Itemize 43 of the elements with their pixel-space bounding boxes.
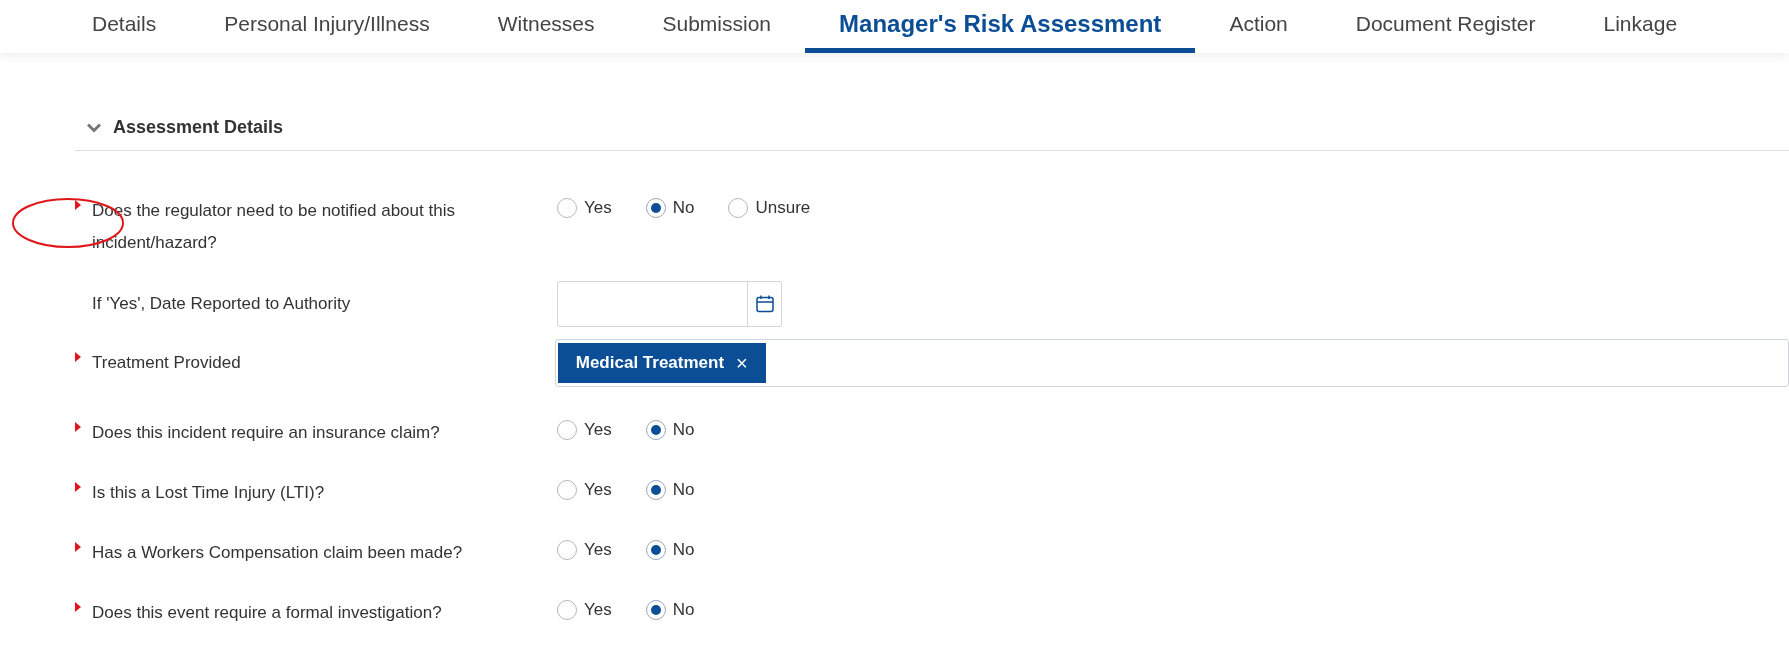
chevron-icon[interactable]	[87, 122, 101, 133]
radio-button[interactable]	[645, 479, 666, 500]
radio-button[interactable]	[557, 197, 577, 218]
radio-button[interactable]	[645, 539, 666, 560]
radio-option[interactable]: Yes	[557, 537, 612, 563]
radio-option[interactable]: No	[645, 195, 695, 221]
tab[interactable]: Details	[58, 0, 191, 53]
radio-button[interactable]	[728, 197, 749, 218]
radio-button[interactable]	[645, 197, 666, 218]
tab[interactable]: Action	[1195, 0, 1322, 53]
tab[interactable]: Personal Injury/Illness	[190, 0, 464, 53]
field-label: Has a Workers Compensation claim been made?	[92, 542, 464, 564]
tab[interactable]: Witnesses	[463, 0, 629, 53]
radio-button[interactable]	[557, 599, 577, 620]
radio-option[interactable]: No	[645, 417, 695, 443]
multi-select-field[interactable]: Medical Treatment ×	[554, 339, 1789, 387]
tab[interactable]: Manager's Risk Assessment	[805, 0, 1196, 53]
field-label: If 'Yes', Date Reported to Authority	[92, 293, 352, 315]
remove-tag-button[interactable]: ×	[736, 353, 748, 373]
radio-option[interactable]: Yes	[557, 597, 612, 623]
field-label: Does this incident require an insurance claim?	[92, 422, 441, 444]
radio-button[interactable]	[557, 419, 577, 440]
radio-button[interactable]	[557, 479, 577, 500]
radio-option[interactable]: No	[645, 537, 695, 563]
radio-option[interactable]: Yes	[557, 417, 612, 443]
radio-button[interactable]	[645, 599, 666, 620]
radio-option[interactable]: Yes	[557, 195, 612, 221]
field-label: Does this event require a formal investigation?	[92, 602, 443, 624]
radio-option[interactable]: Yes	[557, 477, 612, 503]
section-title: Assessment Details	[113, 116, 284, 139]
calendar-icon[interactable]	[754, 294, 775, 314]
field-label: Is this a Lost Time Injury (LTI)?	[92, 482, 326, 504]
tab[interactable]: Submission	[628, 0, 806, 53]
tab[interactable]: Document Register	[1321, 0, 1570, 53]
field-label: Treatment Provided	[92, 352, 242, 374]
tab[interactable]: Linkage	[1569, 0, 1712, 53]
radio-button[interactable]	[645, 419, 666, 440]
radio-option[interactable]: No	[645, 597, 695, 623]
radio-button[interactable]	[557, 539, 577, 560]
radio-option[interactable]: No	[645, 477, 695, 503]
date-field[interactable]	[557, 281, 782, 327]
tag-chip: Medical Treatment ×	[557, 343, 766, 383]
radio-option[interactable]: Unsure	[728, 195, 811, 221]
